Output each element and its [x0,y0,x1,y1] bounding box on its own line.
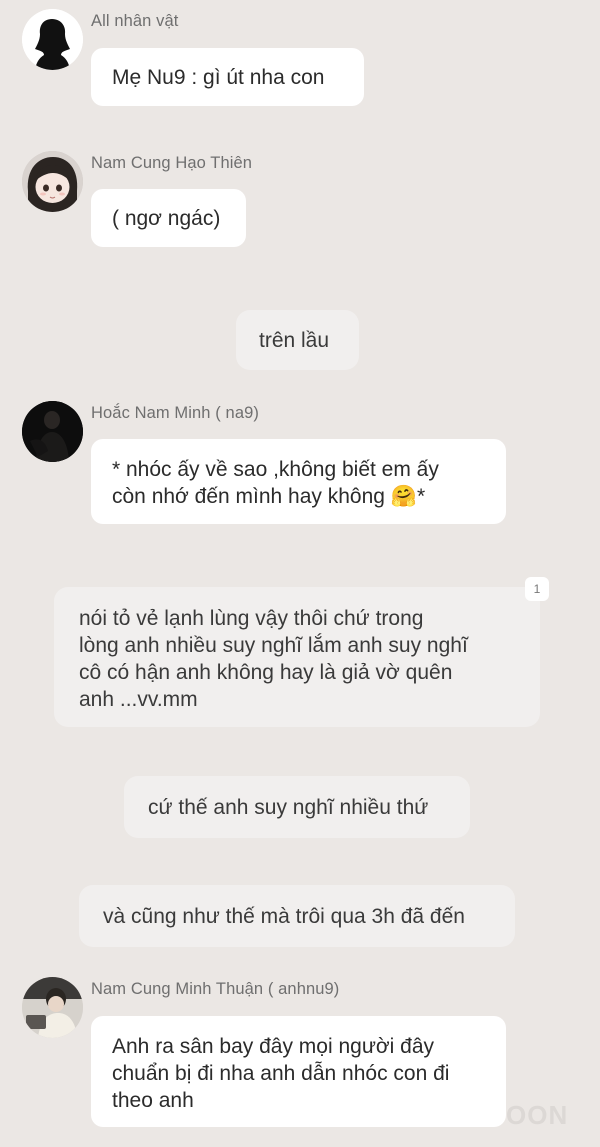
narration-bubble: trên lầu [236,310,359,370]
message-bubble: ( ngơ ngác) [91,189,246,247]
sender-name: Nam Cung Minh Thuận ( anhnu9) [91,980,340,998]
silhouette-avatar[interactable] [22,9,83,70]
narration-bubble: cứ thế anh suy nghĩ nhiều thứ [124,776,470,838]
message-bubble: Mẹ Nu9 : gì út nha con [91,48,364,106]
narration-bubble: nói tỏ vẻ lạnh lùng vậy thôi chứ trong l… [54,587,540,727]
sender-name: Nam Cung Hạo Thiên [91,154,253,172]
sender-name: Hoắc Nam Minh ( na9) [91,404,259,422]
sender-name: All nhân vật [91,12,179,30]
message-bubble: Anh ra sân bay đây mọi người đây chuẩn b… [91,1016,506,1127]
boy-photo-avatar[interactable] [22,977,83,1038]
dark-photo-avatar[interactable] [22,401,83,462]
watermark: OON [506,1100,569,1130]
narration-bubble: và cũng như thế mà trôi qua 3h đã đến [79,885,515,947]
comment-count-badge[interactable]: 1 [525,577,549,601]
message-bubble: * nhóc ấy về sao ,không biết em ấy còn n… [91,439,506,524]
anime-girl-avatar[interactable] [22,151,83,212]
